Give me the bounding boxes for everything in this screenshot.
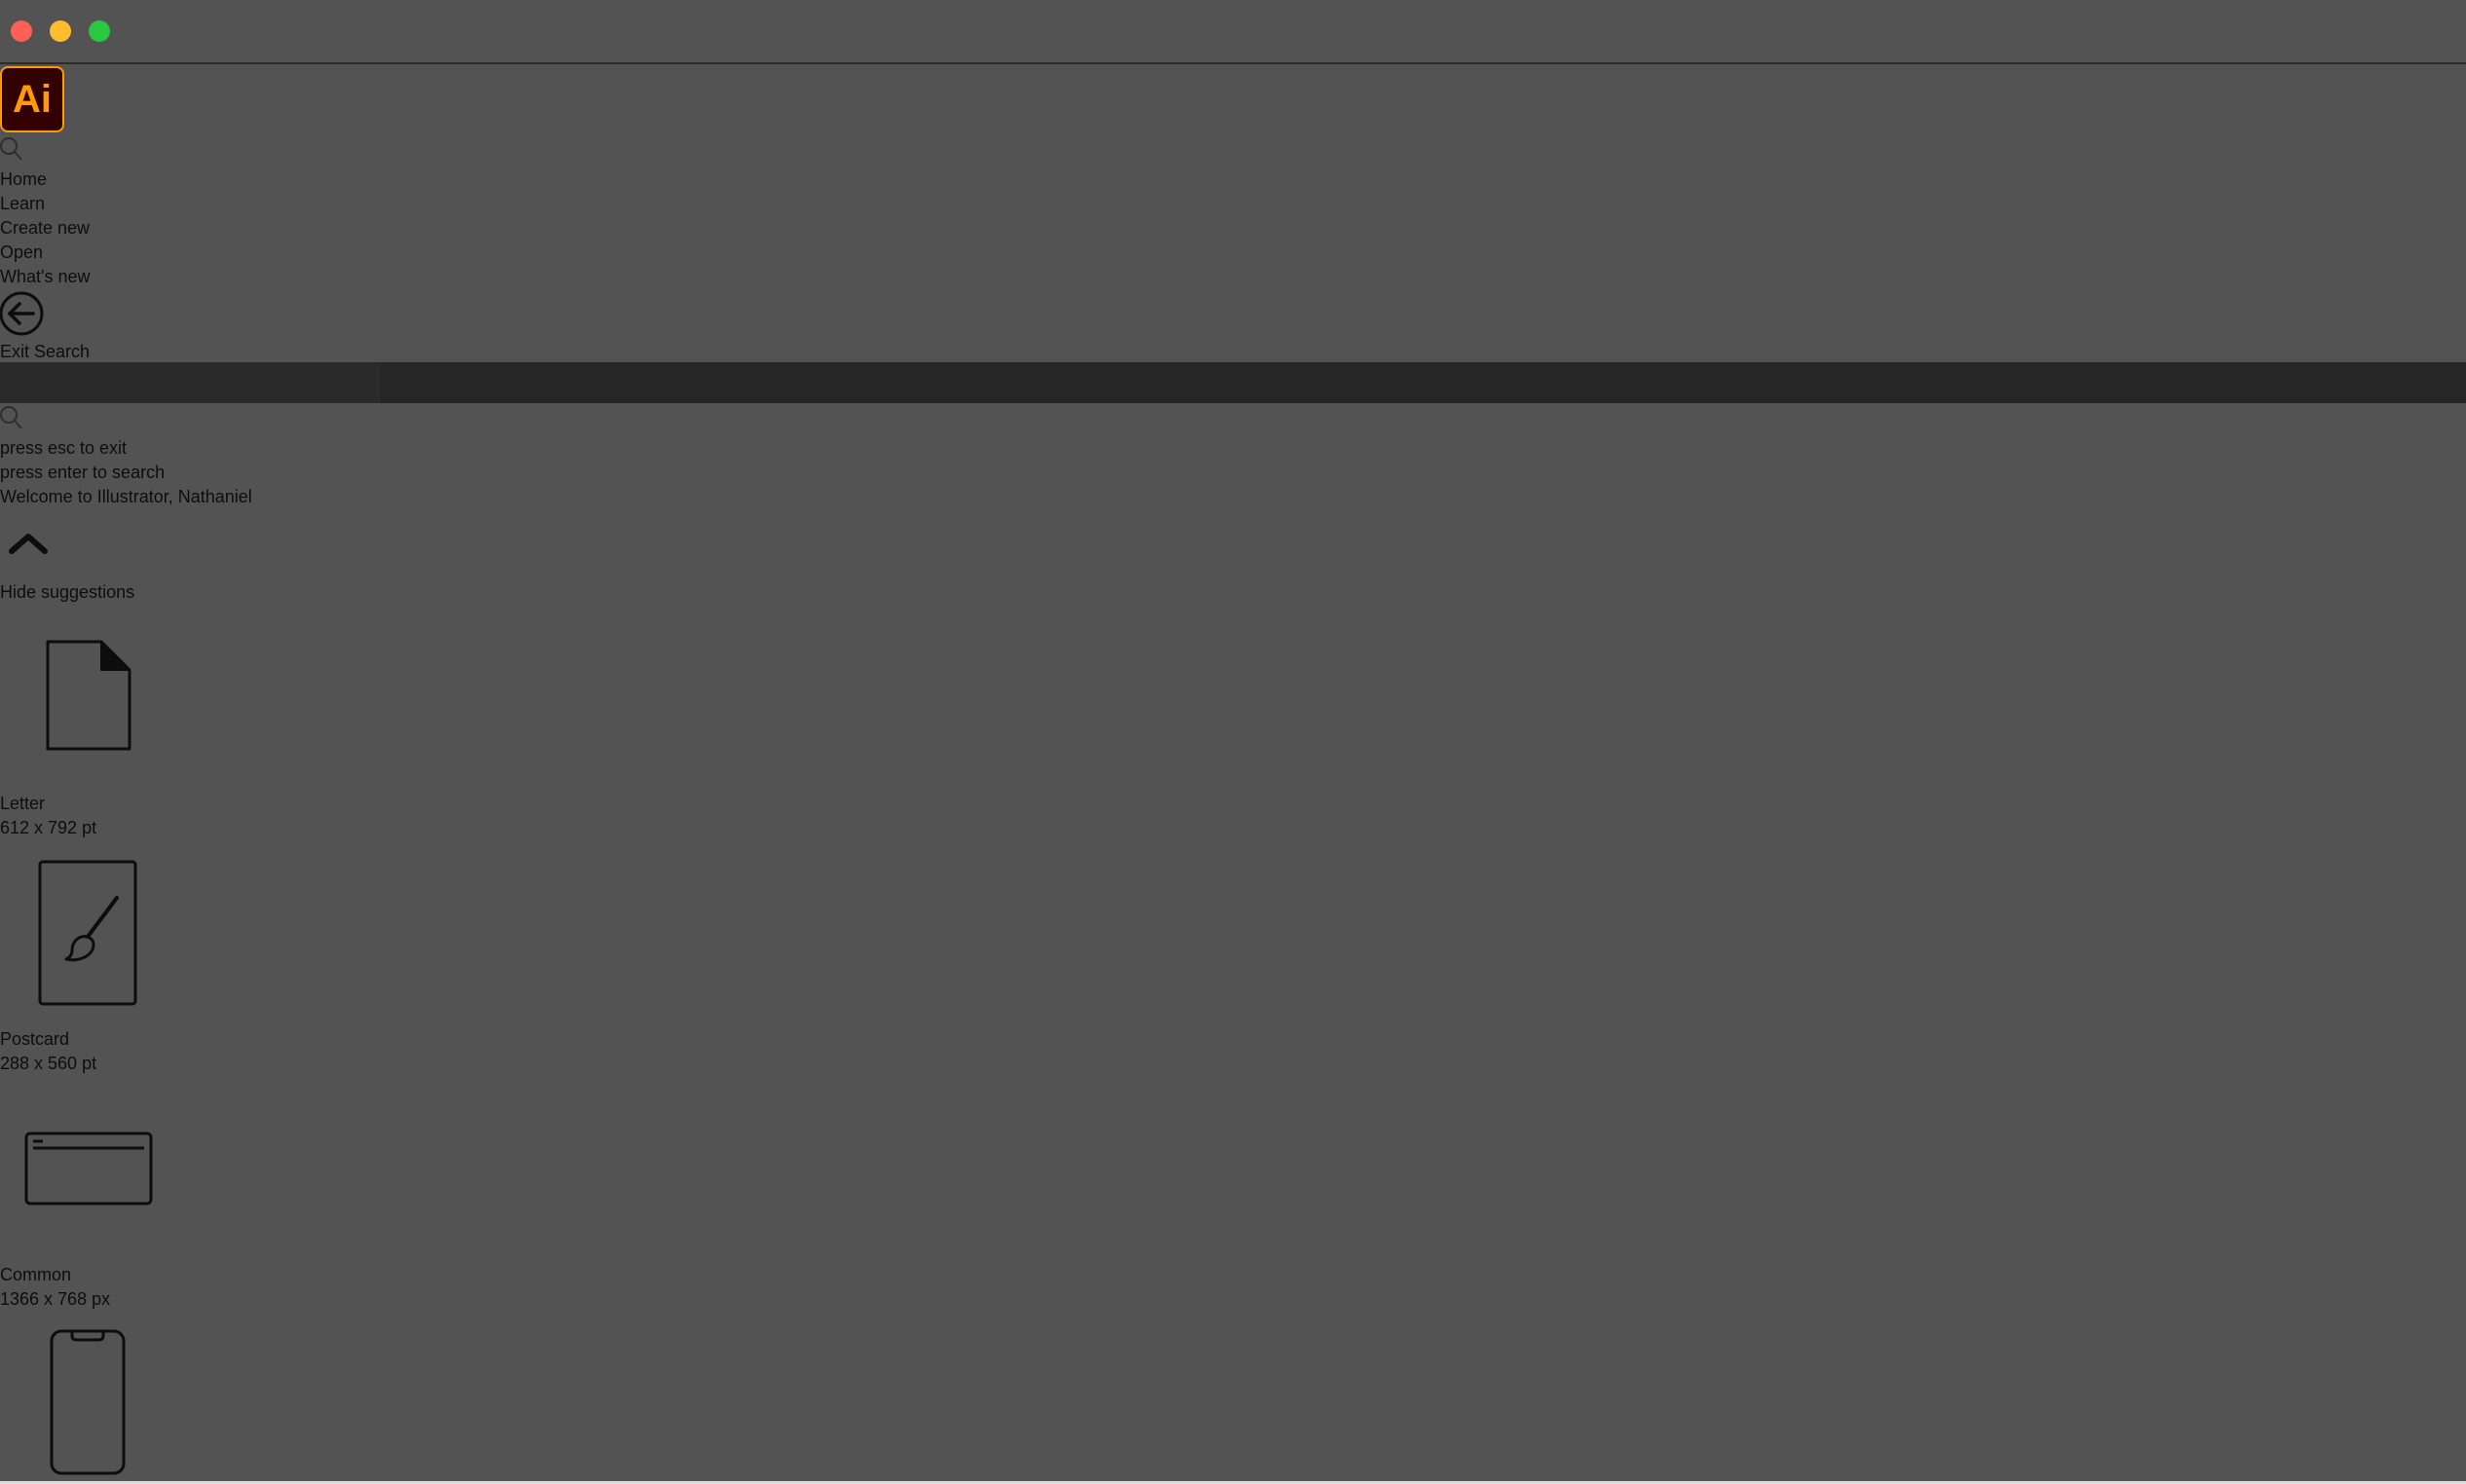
minimize-window-button[interactable] (50, 20, 71, 42)
exit-search-label[interactable]: Exit Search (0, 340, 90, 363)
search-hint-enter: press enter to search (0, 463, 166, 482)
preset-size-letter: 612 x 792 pt (0, 818, 97, 837)
search-field-icon (0, 405, 23, 432)
browser-window-icon[interactable] (23, 1131, 154, 1206)
phone-icon[interactable] (49, 1328, 127, 1476)
app-window: Ai Home Learn Create new Open What's new… (0, 0, 2466, 1484)
nav-item-create-new[interactable]: Create new (0, 216, 90, 240)
preset-size-common: 1366 x 768 px (0, 1289, 111, 1309)
arrow-left-circle-icon[interactable] (0, 290, 47, 337)
nav-item-open[interactable]: Open (0, 241, 43, 264)
brush-card-icon[interactable] (37, 859, 138, 1007)
search-input[interactable] (0, 362, 380, 403)
nav-item-learn[interactable]: Learn (0, 192, 45, 215)
preset-name-letter[interactable]: Letter (0, 792, 45, 815)
chevron-up-icon[interactable] (6, 530, 51, 557)
maximize-window-button[interactable] (89, 20, 110, 42)
hide-suggestions-button[interactable]: Hide suggestions (0, 580, 134, 604)
app-logo: Ai (0, 66, 64, 132)
preset-name-common[interactable]: Common (0, 1263, 71, 1286)
close-window-button[interactable] (11, 20, 32, 42)
search-bar[interactable] (0, 362, 2466, 403)
preset-name-postcard[interactable]: Postcard (0, 1027, 69, 1051)
document-icon[interactable] (45, 639, 134, 752)
search-icon[interactable] (0, 136, 23, 164)
search-hint-exit: press esc to exit (0, 438, 128, 458)
welcome-title: Welcome to Illustrator, Nathaniel (0, 487, 252, 506)
nav-item-whats-new[interactable]: What's new (0, 265, 90, 288)
preset-size-postcard: 288 x 560 pt (0, 1054, 97, 1073)
title-bar (0, 0, 2466, 64)
nav-item-home[interactable]: Home (0, 167, 47, 191)
